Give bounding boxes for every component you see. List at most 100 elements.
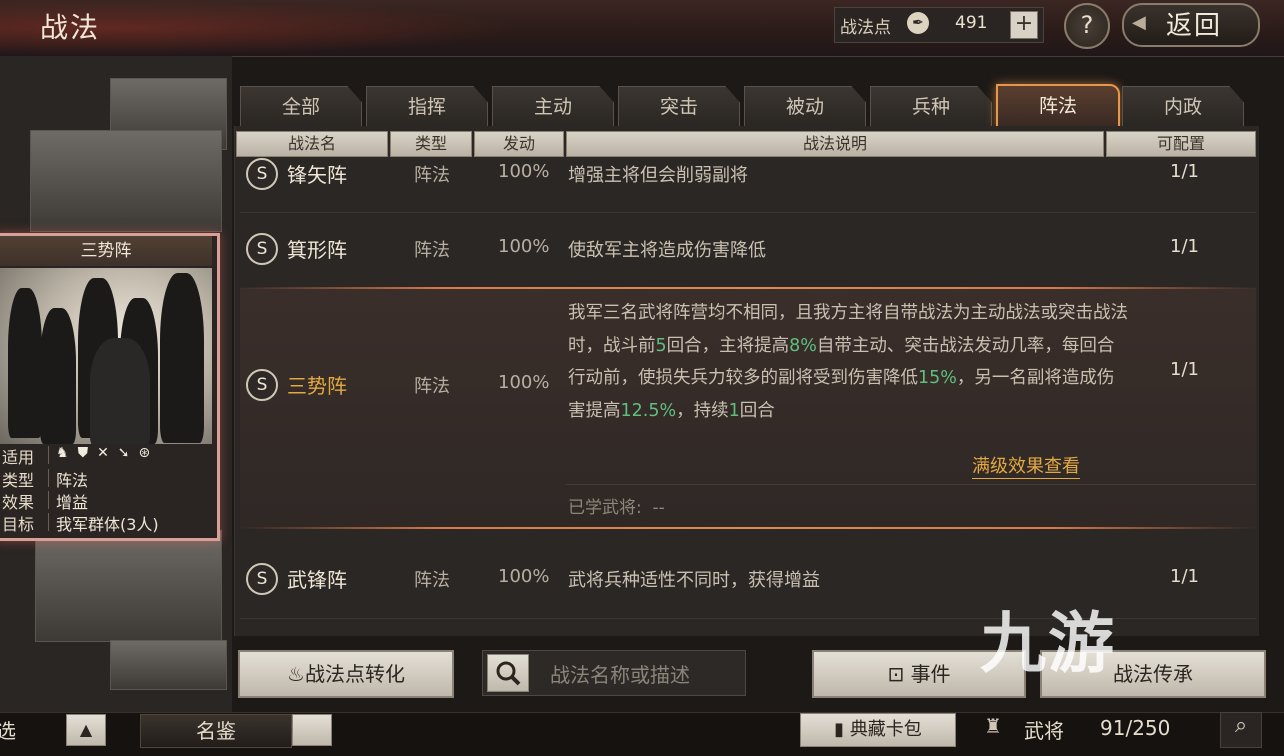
- page-title: 战法: [40, 11, 101, 44]
- tab-troop[interactable]: 兵种: [870, 86, 992, 127]
- tactic-type: 阵法: [414, 570, 450, 591]
- tactic-description: 武将兵种适性不同时，获得增益: [568, 570, 820, 591]
- tactic-type: 阵法: [414, 165, 450, 186]
- tactic-config: 1/1: [1170, 566, 1199, 587]
- wheel-icon: ⊛: [138, 445, 160, 461]
- search-placeholder: 战法名称或描述: [550, 663, 690, 687]
- tactic-name: 箕形阵: [287, 238, 347, 262]
- type-value: 阵法: [56, 471, 89, 490]
- column-header-name[interactable]: 战法名: [236, 131, 388, 157]
- tab-assault[interactable]: 突击: [618, 86, 740, 127]
- tactic-description: 使敌军主将造成伤害降低: [568, 240, 766, 261]
- card-stack-decoration: [30, 130, 222, 232]
- divider: [48, 491, 49, 509]
- tactic-rate: 100%: [498, 566, 550, 587]
- divider: [48, 469, 49, 487]
- grade-s-icon: S: [246, 563, 278, 595]
- convert-points-button[interactable]: ♨战法点转化: [238, 650, 454, 698]
- tab-command[interactable]: 指挥: [366, 86, 488, 127]
- selection-border-top: [240, 287, 1256, 289]
- general-count: 91/250: [1100, 716, 1171, 740]
- event-label: 事件: [910, 662, 951, 686]
- tactic-description-expanded: 我军三名武将阵营均不相同，且我方主将自带战法为主动战法或突击战法时，战斗前5回合…: [568, 297, 1128, 427]
- grade-s-icon: S: [246, 369, 278, 401]
- tab-passive[interactable]: 被动: [744, 86, 866, 127]
- collection-pack-label: 典藏卡包: [849, 719, 922, 740]
- mingjian-button[interactable]: 名鉴: [140, 714, 292, 748]
- cards-icon[interactable]: [292, 714, 332, 746]
- tactic-config: 1/1: [1170, 359, 1199, 380]
- back-button-label: 返回: [1166, 11, 1223, 41]
- desc-text: 回合，主将提高: [666, 335, 790, 356]
- spear-icon: ➘: [117, 445, 139, 461]
- tactic-points-value: 491: [955, 13, 988, 33]
- desc-value: 1: [728, 400, 740, 421]
- tactic-rate: 100%: [498, 161, 550, 182]
- tactic-type: 阵法: [414, 240, 450, 261]
- tab-formation[interactable]: 阵法: [996, 84, 1120, 128]
- column-header-description: 战法说明: [566, 131, 1104, 157]
- troop-type-icons: ♞⛊✕➘⊛: [56, 445, 159, 461]
- row-divider: [566, 484, 1256, 485]
- help-button[interactable]: ?: [1064, 3, 1110, 49]
- quill-icon: ✒: [907, 12, 929, 34]
- column-header-rate[interactable]: 发动: [474, 131, 564, 157]
- type-label: 类型: [2, 471, 35, 490]
- desc-value: 5: [655, 335, 667, 356]
- back-arrow-icon: ◀: [1132, 12, 1146, 33]
- tactic-type: 阵法: [414, 376, 450, 397]
- tactic-points-label: 战法点: [840, 18, 891, 38]
- card-pack-icon: ▮: [834, 719, 845, 740]
- effect-label: 效果: [2, 493, 35, 512]
- filter-label[interactable]: 选: [0, 715, 16, 744]
- divider: [48, 446, 49, 464]
- card-stack-decoration: [110, 640, 227, 690]
- applicable-label: 适用: [2, 448, 35, 467]
- tactic-name: 锋矢阵: [287, 163, 347, 187]
- learned-label: 已学武将:: [568, 498, 642, 518]
- tactic-rate: 100%: [498, 236, 550, 257]
- learned-value: --: [652, 498, 665, 518]
- tactic-name: 三势阵: [287, 374, 347, 398]
- alert-icon: ⊡: [887, 662, 905, 686]
- tactic-config: 1/1: [1170, 161, 1199, 182]
- divider: [48, 513, 49, 531]
- collection-pack-button[interactable]: ▮ 典藏卡包: [800, 713, 956, 747]
- desc-value: 15%: [918, 368, 957, 388]
- card-stack-decoration: [35, 530, 222, 642]
- shield-icon: ⛊: [77, 445, 98, 461]
- desc-value: 12.5%: [620, 400, 677, 421]
- card-attr-effect: 效果 增益: [0, 489, 212, 512]
- search-icon[interactable]: [487, 654, 529, 692]
- general-label[interactable]: 武将: [1024, 715, 1064, 744]
- target-label: 目标: [2, 515, 35, 534]
- grade-s-icon: S: [246, 158, 278, 190]
- tactic-name: 武锋阵: [287, 568, 347, 592]
- column-header-type[interactable]: 类型: [390, 131, 472, 157]
- cavalry-icon: ♞: [56, 445, 78, 461]
- tab-all[interactable]: 全部: [240, 86, 362, 127]
- sort-up-button[interactable]: ▲: [66, 714, 106, 746]
- watermark-logo: 九游: [980, 605, 1116, 682]
- grade-s-icon: S: [246, 233, 278, 265]
- tab-active[interactable]: 主动: [492, 86, 614, 127]
- row-divider: [240, 212, 1256, 213]
- tactic-config: 1/1: [1170, 236, 1199, 257]
- tab-internal-affairs[interactable]: 内政: [1122, 86, 1244, 127]
- bow-icon: ✕: [97, 445, 118, 461]
- selection-border-bottom: [240, 527, 1256, 529]
- tactic-card-title: 三势阵: [0, 236, 212, 266]
- card-attr-applicable: 适用 ♞⛊✕➘⊛: [0, 444, 212, 467]
- effect-value: 增益: [56, 493, 89, 512]
- search-icon[interactable]: ⌕: [1220, 712, 1262, 748]
- target-value: 我军群体(3人): [56, 515, 159, 534]
- desc-value: 8%: [789, 335, 817, 356]
- general-helmet-icon: ♜: [984, 714, 1002, 738]
- column-header-config[interactable]: 可配置: [1106, 131, 1256, 157]
- max-level-effect-link[interactable]: 满级效果查看: [972, 452, 1080, 479]
- card-attr-target: 目标 我军群体(3人): [0, 511, 212, 534]
- learned-generals: 已学武将: --: [568, 493, 665, 518]
- add-points-button[interactable]: +: [1010, 11, 1038, 39]
- tactic-card-artwork: [0, 268, 212, 444]
- tactic-description: 增强主将但会削弱副将: [568, 165, 748, 186]
